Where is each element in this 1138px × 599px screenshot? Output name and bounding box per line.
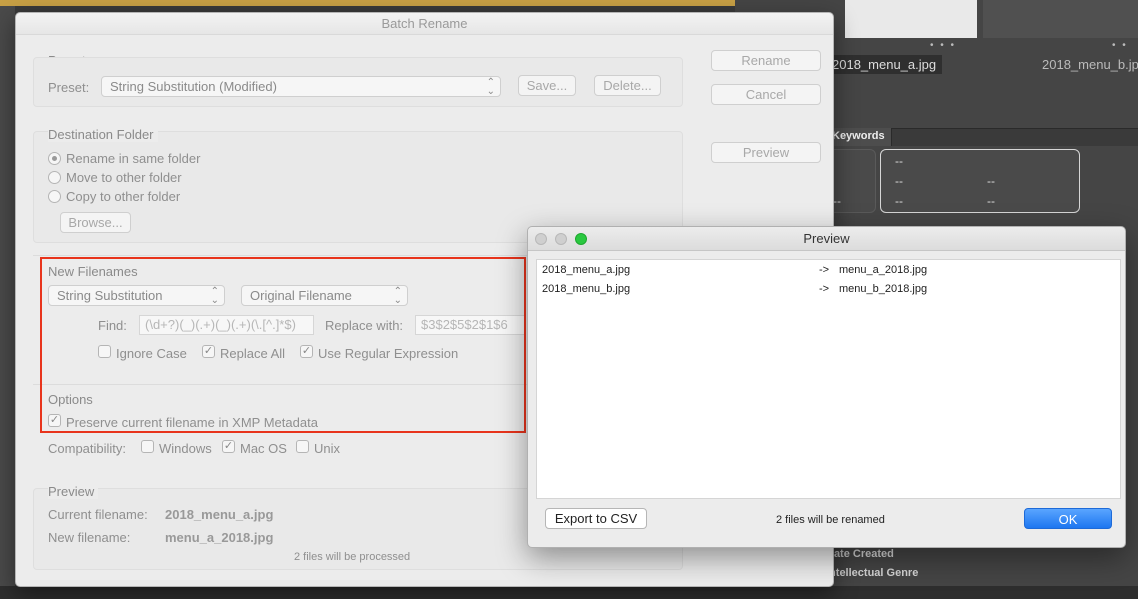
preview-row-renamed: menu_b_2018.jpg	[839, 283, 928, 295]
radio-rename-same-folder[interactable]	[48, 152, 61, 165]
background-top-strip	[0, 0, 735, 6]
rename-preview-list[interactable]: 2018_menu_a.jpg -> menu_a_2018.jpg 2018_…	[536, 259, 1121, 499]
metadata-label-genre: Intellectual Genre	[826, 567, 919, 579]
unix-label: Unix	[314, 441, 341, 456]
thumbnail-b[interactable]	[983, 0, 1138, 38]
browse-button[interactable]: Browse...	[60, 212, 131, 233]
compatibility-label: Compatibility:	[48, 441, 127, 456]
destination-section-label: Destination Folder	[48, 127, 158, 142]
metadata-dash: --	[987, 174, 995, 188]
macos-label: Mac OS	[240, 441, 287, 456]
save-preset-button[interactable]: Save...	[518, 75, 576, 96]
unix-checkbox[interactable]	[296, 440, 309, 453]
new-filename-value: menu_a_2018.jpg	[165, 530, 274, 545]
preview-window: Preview 2018_menu_a.jpg -> menu_a_2018.j…	[527, 226, 1126, 548]
dialog-title: Batch Rename	[16, 13, 833, 35]
current-filename-value: 2018_menu_a.jpg	[165, 507, 274, 522]
metadata-placard: -- -- -- -- --	[880, 149, 1080, 213]
new-filename-label: New filename:	[48, 530, 131, 545]
cancel-button[interactable]: Cancel	[711, 84, 821, 105]
background-left-strip	[0, 6, 15, 599]
export-csv-button[interactable]: Export to CSV	[545, 508, 647, 529]
thumbnail-a[interactable]	[845, 0, 977, 38]
rename-button[interactable]: Rename	[711, 50, 821, 71]
select-arrows-icon: ⌃ ⌄	[486, 77, 495, 97]
metadata-dash: --	[987, 194, 995, 208]
ok-button[interactable]: OK	[1024, 508, 1112, 529]
preview-row-original: 2018_menu_a.jpg	[542, 264, 631, 276]
preview-row-renamed: menu_a_2018.jpg	[839, 264, 928, 276]
preview-section-label: Preview	[48, 484, 99, 499]
radio-copy-other-folder[interactable]	[48, 190, 61, 203]
windows-checkbox[interactable]	[141, 440, 154, 453]
current-filename-label: Current filename:	[48, 507, 148, 522]
preview-row-arrow: ->	[819, 264, 830, 276]
radio-label-move: Move to other folder	[66, 170, 182, 185]
minimize-window-icon[interactable]	[555, 233, 567, 245]
preview-row-original: 2018_menu_b.jpg	[542, 283, 631, 295]
zoom-window-icon[interactable]	[575, 233, 587, 245]
preset-select[interactable]: String Substitution (Modified) ⌃ ⌄	[101, 76, 501, 97]
annotation-highlight-box	[40, 257, 526, 433]
files-renamed-status: 2 files will be renamed	[776, 514, 885, 526]
metadata-dash: --	[895, 154, 903, 168]
preview-row-arrow: ->	[819, 283, 830, 295]
preset-label: Preset:	[48, 80, 90, 95]
preview-window-titlebar: Preview	[528, 227, 1125, 251]
radio-label-same-folder: Rename in same folder	[66, 151, 201, 166]
background-bottom-bar	[0, 586, 1138, 599]
radio-move-other-folder[interactable]	[48, 171, 61, 184]
metadata-dash: --	[833, 194, 841, 208]
files-processed-status: 2 files will be processed	[294, 551, 411, 563]
delete-preset-button[interactable]: Delete...	[594, 75, 661, 96]
preview-button[interactable]: Preview	[711, 142, 821, 163]
thumbnail-dots-icon: • • •	[930, 40, 957, 51]
windows-label: Windows	[159, 441, 212, 456]
thumbnail-dots-icon: • •	[1112, 40, 1128, 51]
metadata-dash: --	[895, 194, 903, 208]
thumbnail-b-label[interactable]: 2018_menu_b.jpg	[1036, 55, 1138, 74]
thumbnail-a-label[interactable]: 2018_menu_a.jpg	[826, 55, 943, 74]
close-window-icon[interactable]	[535, 233, 547, 245]
metadata-label-date-created: Date Created	[826, 548, 894, 560]
radio-label-copy: Copy to other folder	[66, 189, 181, 204]
metadata-dash: --	[895, 174, 903, 188]
macos-checkbox[interactable]: ✓	[222, 440, 235, 453]
preview-window-title: Preview	[803, 231, 850, 246]
tab-keywords[interactable]: Keywords	[826, 128, 892, 146]
preset-select-value: String Substitution (Modified)	[110, 79, 277, 94]
